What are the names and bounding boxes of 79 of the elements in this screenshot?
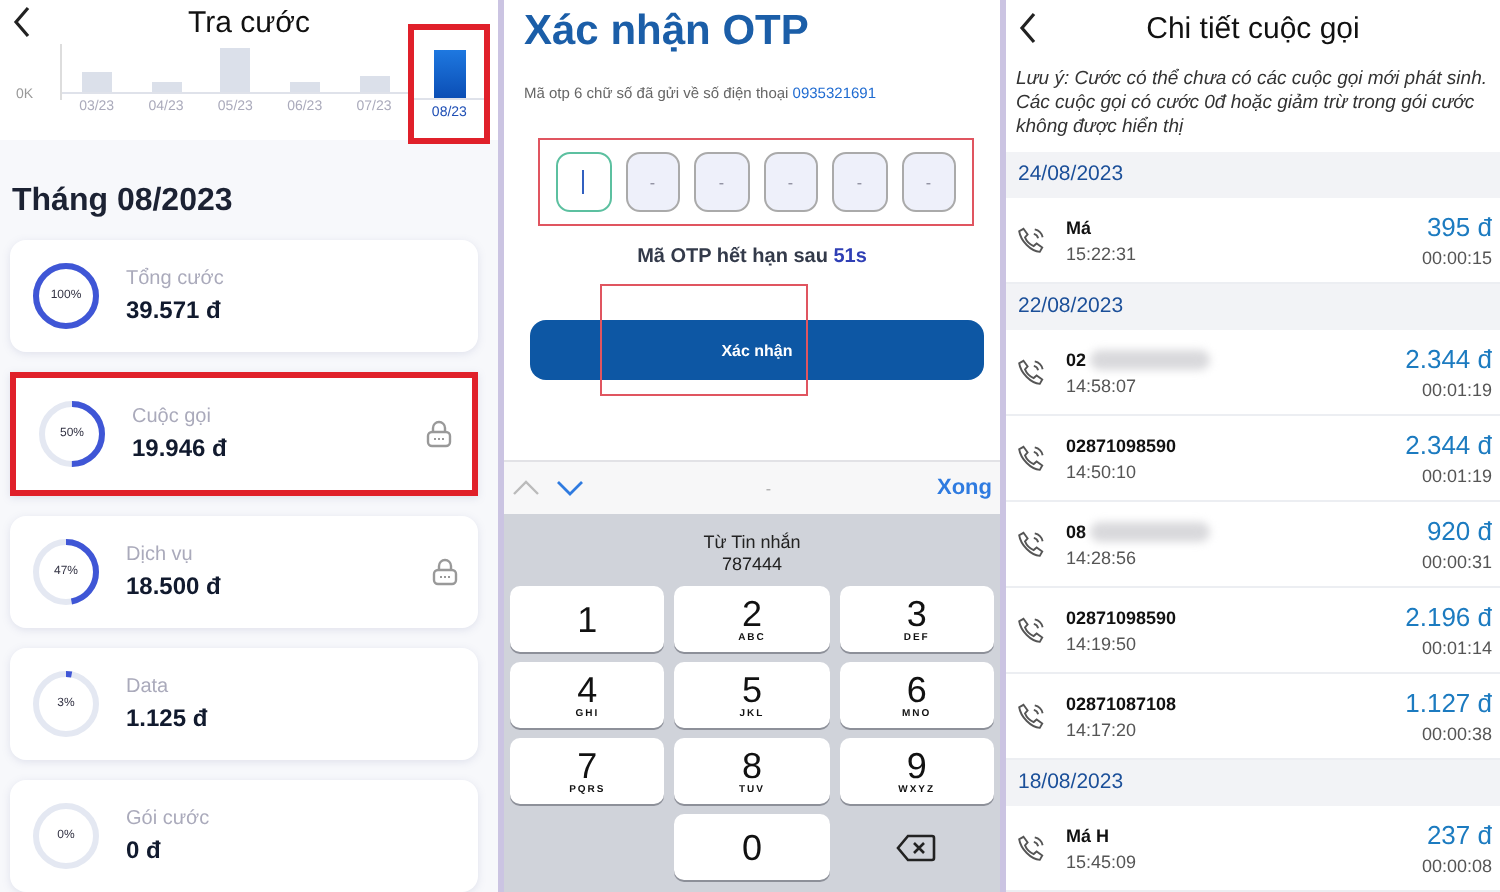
call-time: 14:50:10 — [1066, 461, 1139, 481]
call-duration: 00:00:31 — [1421, 552, 1492, 572]
call-cost: 395 đ — [1426, 212, 1492, 242]
progress-ring — [30, 260, 102, 332]
chevron-down-icon[interactable] — [556, 480, 584, 496]
phone-icon — [1016, 529, 1046, 559]
chart-bar[interactable] — [433, 50, 466, 99]
expiry-text: Mã OTP hết hạn sau 51s — [635, 246, 869, 268]
card-label: Data — [126, 676, 171, 698]
date-header: 22/08/2023 — [1006, 284, 1500, 330]
call-time: 15:45:09 — [1066, 851, 1139, 871]
card-label: Tổng cước — [126, 268, 226, 290]
call-cost: 2.344 đ — [1405, 344, 1492, 374]
key[interactable]: 1 — [510, 586, 665, 652]
call-cost: 237 đ — [1426, 820, 1492, 850]
call-duration: 00:01:14 — [1421, 638, 1492, 658]
date-header: 24/08/2023 — [1006, 152, 1500, 198]
card-amount: 0 đ — [126, 836, 163, 864]
call-cost: 1.127 đ — [1405, 688, 1492, 718]
phone-icon — [1016, 225, 1046, 255]
call-row[interactable]: 08 14:28:56 920 đ 00:00:31 — [1006, 502, 1500, 588]
progress-ring — [30, 668, 102, 740]
call-cost: 2.196 đ — [1405, 602, 1492, 632]
phone-icon — [1016, 443, 1046, 473]
caller-name: 02871098590 — [1066, 435, 1177, 455]
card-label: Dịch vụ — [126, 544, 195, 566]
call-time: 14:17:20 — [1066, 719, 1139, 739]
blurred-number — [1090, 349, 1211, 369]
card-amount: 39.571 đ — [126, 296, 223, 324]
month-heading: Tháng 08/2023 — [12, 184, 235, 220]
screen-title: Chi tiết cuộc gọi — [1144, 11, 1362, 45]
card-amount: 1.125 đ — [126, 704, 210, 732]
caller-name: 02871087108 — [1066, 693, 1177, 713]
caller-name: 02871098590 — [1066, 607, 1177, 627]
done-button[interactable]: Xong — [937, 476, 992, 500]
call-time: 15:22:31 — [1066, 243, 1139, 263]
otp-input-field[interactable] — [556, 152, 611, 212]
back-icon[interactable] — [12, 6, 32, 39]
call-duration: 00:01:19 — [1421, 466, 1492, 486]
phone-icon — [1016, 357, 1046, 387]
caller-name: Má H — [1066, 825, 1110, 845]
otp-suggestion[interactable]: Từ Tin nhắn 787444 — [510, 518, 994, 586]
call-cost: 920 đ — [1426, 516, 1492, 546]
backspace-icon[interactable] — [896, 833, 937, 861]
call-cost: 2.344 đ — [1405, 430, 1492, 460]
call-duration: 00:01:19 — [1421, 380, 1492, 400]
call-time: 14:28:56 — [1066, 547, 1139, 567]
call-duration: 00:00:08 — [1421, 856, 1492, 876]
call-time: 14:19:50 — [1066, 633, 1139, 653]
progress-ring — [30, 536, 102, 608]
caller-name: Má — [1066, 217, 1092, 237]
phone-icon — [1016, 833, 1046, 863]
date-header: 18/08/2023 — [1006, 760, 1500, 806]
call-row[interactable]: 02871098590 14:19:50 2.196 đ 00:01:14 — [1006, 588, 1500, 674]
call-duration: 00:00:38 — [1421, 724, 1492, 744]
progress-ring — [36, 398, 108, 470]
call-time: 14:58:07 — [1066, 375, 1139, 395]
caller-name: 08 — [1066, 521, 1087, 541]
call-row[interactable]: 02871098590 14:50:10 2.344 đ 00:01:19 — [1006, 416, 1500, 502]
call-row[interactable]: Má H 15:45:09 237 đ 00:00:08 — [1006, 806, 1500, 892]
key[interactable]: 0 — [674, 814, 830, 880]
note-text: Lưu ý: Cước có thể chưa có các cuộc gọi mới phát sinh. Các cuộc gọi có cước 0đ hoặc giảm trừ trong gói cước không được hiển thị — [1016, 68, 1489, 140]
card-label: Cuộc gọi — [132, 406, 213, 428]
confirm-button[interactable]: Xác nhận — [530, 320, 984, 380]
card-amount: 19.946 đ — [132, 434, 229, 462]
call-duration: 00:00:15 — [1421, 248, 1492, 268]
phone-icon — [1016, 701, 1046, 731]
chevron-up-icon[interactable] — [512, 480, 540, 496]
screen-title: Tra cước — [186, 5, 312, 40]
blurred-number — [1090, 521, 1211, 541]
caller-name: 02 — [1066, 349, 1087, 369]
card-amount: 18.500 đ — [126, 572, 223, 600]
card-label: Gói cước — [126, 808, 212, 830]
back-icon[interactable] — [1018, 12, 1038, 44]
call-row[interactable]: 02 14:58:07 2.344 đ 00:01:19 — [1006, 330, 1500, 416]
screen-title: Xác nhận OTP — [524, 8, 811, 56]
progress-ring — [30, 800, 102, 872]
phone-icon — [1016, 615, 1046, 645]
toolbar-label: - — [763, 479, 774, 497]
